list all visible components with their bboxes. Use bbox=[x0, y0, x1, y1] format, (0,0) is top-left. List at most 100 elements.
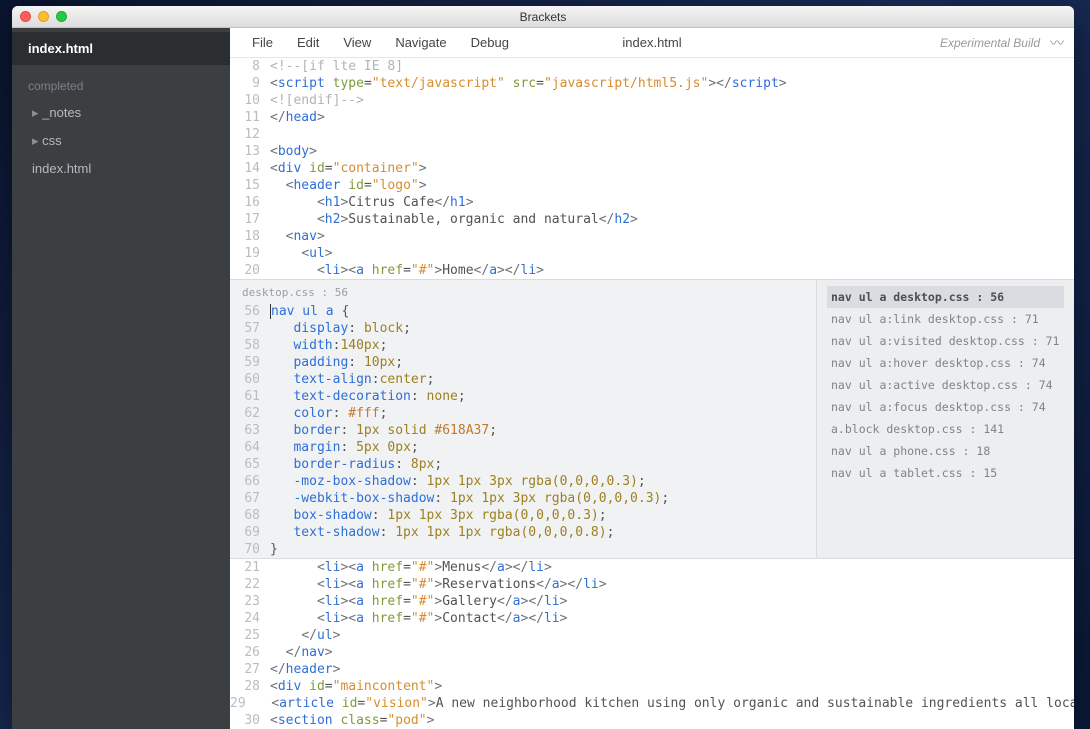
working-file-tab[interactable]: index.html bbox=[12, 32, 230, 65]
code-line[interactable]: 65 border-radius: 8px; bbox=[230, 456, 816, 473]
code-content[interactable]: <h1>Citrus Cafe</h1> bbox=[270, 194, 1074, 211]
code-editor[interactable]: 8<!--[if lte IE 8]9<script type="text/ja… bbox=[230, 58, 1074, 729]
menu-file[interactable]: File bbox=[240, 31, 285, 54]
code-content[interactable]: -webkit-box-shadow: 1px 1px 3px rgba(0,0… bbox=[270, 490, 816, 507]
line-number: 10 bbox=[230, 92, 270, 109]
code-line[interactable]: 18 <nav> bbox=[230, 228, 1074, 245]
code-content[interactable]: <header id="logo"> bbox=[270, 177, 1074, 194]
code-line[interactable]: 28<div id="maincontent"> bbox=[230, 678, 1074, 695]
code-content[interactable]: border-radius: 8px; bbox=[270, 456, 816, 473]
code-line[interactable]: 24 <li><a href="#">Contact</a></li> bbox=[230, 610, 1074, 627]
code-content[interactable]: text-shadow: 1px 1px 1px rgba(0,0,0,0.8)… bbox=[270, 524, 816, 541]
code-content[interactable]: <body> bbox=[270, 143, 1074, 160]
code-content[interactable]: text-decoration: none; bbox=[270, 388, 816, 405]
sidebar-item-index-html[interactable]: index.html bbox=[12, 155, 230, 182]
code-content[interactable]: </ul> bbox=[270, 627, 1074, 644]
sidebar-item-css[interactable]: css bbox=[12, 127, 230, 155]
code-content[interactable]: -moz-box-shadow: 1px 1px 3px rgba(0,0,0,… bbox=[270, 473, 816, 490]
code-line[interactable]: 61 text-decoration: none; bbox=[230, 388, 816, 405]
code-content[interactable]: padding: 10px; bbox=[270, 354, 816, 371]
code-content[interactable]: <li><a href="#">Reservations</a></li> bbox=[270, 576, 1074, 593]
code-line[interactable]: 27</header> bbox=[230, 661, 1074, 678]
settings-icon[interactable]: 〰 bbox=[1050, 33, 1064, 53]
code-line[interactable]: 58 width:140px; bbox=[230, 337, 816, 354]
code-line[interactable]: 13<body> bbox=[230, 143, 1074, 160]
code-line[interactable]: 66 -moz-box-shadow: 1px 1px 3px rgba(0,0… bbox=[230, 473, 816, 490]
code-content[interactable]: <ul> bbox=[270, 245, 1074, 262]
menu-edit[interactable]: Edit bbox=[285, 31, 331, 54]
code-content[interactable]: text-align:center; bbox=[270, 371, 816, 388]
code-line[interactable]: 56nav ul a { bbox=[230, 303, 816, 320]
code-content[interactable]: border: 1px solid #618A37; bbox=[270, 422, 816, 439]
code-line[interactable]: 14<div id="container"> bbox=[230, 160, 1074, 177]
menu-debug[interactable]: Debug bbox=[459, 31, 521, 54]
titlebar[interactable]: Brackets bbox=[12, 6, 1074, 28]
code-line[interactable]: 62 color: #fff; bbox=[230, 405, 816, 422]
code-line[interactable]: 23 <li><a href="#">Gallery</a></li> bbox=[230, 593, 1074, 610]
css-rule-item[interactable]: a.block desktop.css : 141 bbox=[827, 418, 1064, 440]
code-content[interactable]: margin: 5px 0px; bbox=[270, 439, 816, 456]
code-content[interactable]: </head> bbox=[270, 109, 1074, 126]
menu-view[interactable]: View bbox=[331, 31, 383, 54]
code-content[interactable]: <div id="container"> bbox=[270, 160, 1074, 177]
sidebar-item-_notes[interactable]: _notes bbox=[12, 99, 230, 127]
code-content[interactable]: <li><a href="#">Contact</a></li> bbox=[270, 610, 1074, 627]
css-rule-item[interactable]: nav ul a:link desktop.css : 71 bbox=[827, 308, 1064, 330]
code-content[interactable]: </nav> bbox=[270, 644, 1074, 661]
code-line[interactable]: 17 <h2>Sustainable, organic and natural<… bbox=[230, 211, 1074, 228]
code-line[interactable]: 26 </nav> bbox=[230, 644, 1074, 661]
code-content[interactable]: <![endif]--> bbox=[270, 92, 1074, 109]
code-line[interactable]: 30<section class="pod"> bbox=[230, 712, 1074, 729]
css-rule-item[interactable]: nav ul a:focus desktop.css : 74 bbox=[827, 396, 1064, 418]
code-line[interactable]: 69 text-shadow: 1px 1px 1px rgba(0,0,0,0… bbox=[230, 524, 816, 541]
code-line[interactable]: 64 margin: 5px 0px; bbox=[230, 439, 816, 456]
code-line[interactable]: 19 <ul> bbox=[230, 245, 1074, 262]
code-line[interactable]: 25 </ul> bbox=[230, 627, 1074, 644]
code-content[interactable]: <li><a href="#">Home</a></li> bbox=[270, 262, 1074, 279]
code-line[interactable]: 60 text-align:center; bbox=[230, 371, 816, 388]
line-number: 68 bbox=[230, 507, 270, 524]
code-content[interactable]: width:140px; bbox=[270, 337, 816, 354]
code-content[interactable]: <script type="text/javascript" src="java… bbox=[270, 75, 1074, 92]
css-rule-item[interactable]: nav ul a tablet.css : 15 bbox=[827, 462, 1064, 484]
css-rule-item[interactable]: nav ul a:active desktop.css : 74 bbox=[827, 374, 1064, 396]
code-content[interactable]: <div id="maincontent"> bbox=[270, 678, 1074, 695]
code-content[interactable]: </header> bbox=[270, 661, 1074, 678]
css-rule-item[interactable]: nav ul a:hover desktop.css : 74 bbox=[827, 352, 1064, 374]
code-line[interactable]: 12 bbox=[230, 126, 1074, 143]
code-line[interactable]: 9<script type="text/javascript" src="jav… bbox=[230, 75, 1074, 92]
code-content[interactable]: color: #fff; bbox=[270, 405, 816, 422]
code-content[interactable]: <li><a href="#">Menus</a></li> bbox=[270, 559, 1074, 576]
code-line[interactable]: 29 <article id="vision">A new neighborho… bbox=[230, 695, 1074, 712]
code-line[interactable]: 59 padding: 10px; bbox=[230, 354, 816, 371]
code-content[interactable]: <li><a href="#">Gallery</a></li> bbox=[270, 593, 1074, 610]
code-content[interactable]: nav ul a { bbox=[270, 303, 816, 320]
code-line[interactable]: 20 <li><a href="#">Home</a></li> bbox=[230, 262, 1074, 279]
inline-editor-header: desktop.css : 56 bbox=[230, 280, 816, 303]
code-line[interactable]: 21 <li><a href="#">Menus</a></li> bbox=[230, 559, 1074, 576]
code-content[interactable]: display: block; bbox=[270, 320, 816, 337]
code-content[interactable]: <!--[if lte IE 8] bbox=[270, 58, 1074, 75]
code-content[interactable]: box-shadow: 1px 1px 3px rgba(0,0,0,0.3); bbox=[270, 507, 816, 524]
code-line[interactable]: 22 <li><a href="#">Reservations</a></li> bbox=[230, 576, 1074, 593]
code-content[interactable]: <article id="vision">A new neighborhood … bbox=[256, 695, 1074, 712]
code-line[interactable]: 8<!--[if lte IE 8] bbox=[230, 58, 1074, 75]
code-content[interactable]: <nav> bbox=[270, 228, 1074, 245]
css-rule-item[interactable]: nav ul a phone.css : 18 bbox=[827, 440, 1064, 462]
code-line[interactable]: 70} bbox=[230, 541, 816, 558]
menu-navigate[interactable]: Navigate bbox=[383, 31, 458, 54]
code-line[interactable]: 11</head> bbox=[230, 109, 1074, 126]
code-line[interactable]: 15 <header id="logo"> bbox=[230, 177, 1074, 194]
code-content[interactable]: <h2>Sustainable, organic and natural</h2… bbox=[270, 211, 1074, 228]
code-line[interactable]: 63 border: 1px solid #618A37; bbox=[230, 422, 816, 439]
code-content[interactable] bbox=[270, 126, 1074, 143]
code-line[interactable]: 68 box-shadow: 1px 1px 3px rgba(0,0,0,0.… bbox=[230, 507, 816, 524]
code-line[interactable]: 10<![endif]--> bbox=[230, 92, 1074, 109]
code-line[interactable]: 67 -webkit-box-shadow: 1px 1px 3px rgba(… bbox=[230, 490, 816, 507]
code-content[interactable]: <section class="pod"> bbox=[270, 712, 1074, 729]
code-line[interactable]: 57 display: block; bbox=[230, 320, 816, 337]
css-rule-item[interactable]: nav ul a desktop.css : 56 bbox=[827, 286, 1064, 308]
code-line[interactable]: 16 <h1>Citrus Cafe</h1> bbox=[230, 194, 1074, 211]
code-content[interactable]: } bbox=[270, 541, 816, 558]
css-rule-item[interactable]: nav ul a:visited desktop.css : 71 bbox=[827, 330, 1064, 352]
